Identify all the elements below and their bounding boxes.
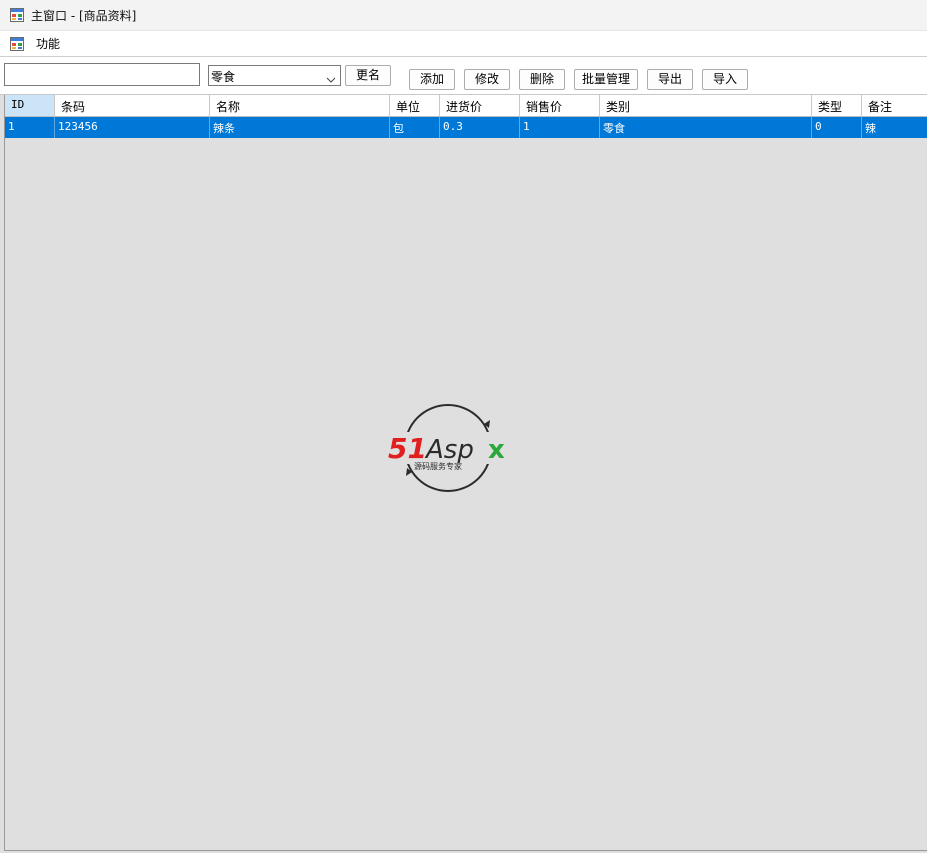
table-row[interactable]: 1 123456 辣条 包 0.3 1 零食 0 辣 — [5, 117, 927, 138]
title-bar: 主窗口 - [商品资料] — [0, 0, 927, 31]
add-button[interactable]: 添加 — [409, 69, 455, 90]
chevron-down-icon — [326, 72, 336, 86]
logo-tagline: 源码服务专家 — [414, 461, 462, 471]
import-button[interactable]: 导入 — [702, 69, 748, 90]
logo-brand-number: 51 — [388, 432, 427, 465]
logo-brand-x: x — [488, 435, 505, 465]
app-form-icon — [10, 8, 24, 25]
cell-type[interactable]: 0 — [812, 117, 862, 138]
window-title: 主窗口 - [商品资料] — [31, 9, 137, 23]
column-header-name[interactable]: 名称 — [210, 95, 390, 116]
column-header-sale-price[interactable]: 销售价 — [520, 95, 600, 116]
cell-category[interactable]: 零食 — [600, 117, 812, 138]
category-select[interactable]: 零食 — [208, 65, 341, 86]
cell-unit[interactable]: 包 — [390, 117, 440, 138]
cell-cost-price[interactable]: 0.3 — [440, 117, 520, 138]
cell-remark[interactable]: 辣 — [862, 117, 927, 138]
edit-button[interactable]: 修改 — [464, 69, 510, 90]
menu-item-function[interactable]: 功能 — [36, 35, 60, 52]
cell-barcode[interactable]: 123456 — [55, 117, 210, 138]
category-select-value: 零食 — [211, 70, 236, 84]
search-input[interactable] — [4, 63, 200, 86]
cell-id[interactable]: 1 — [5, 117, 55, 138]
column-header-category[interactable]: 类别 — [600, 95, 812, 116]
batch-manage-button[interactable]: 批量管理 — [574, 69, 638, 90]
column-header-remark[interactable]: 备注 — [862, 95, 927, 116]
toolbar: 零食 更名 添加 修改 删除 批量管理 导出 导入 — [0, 57, 927, 95]
logo-brand-word: Asp — [424, 435, 474, 465]
cell-name[interactable]: 辣条 — [210, 117, 390, 138]
rename-button[interactable]: 更名 — [345, 65, 391, 86]
column-header-barcode[interactable]: 条码 — [55, 95, 210, 116]
watermark-logo: 51 Asp x 源码服务专家 — [388, 402, 512, 497]
menu-bar: 功能 — [0, 31, 927, 57]
column-header-type[interactable]: 类型 — [812, 95, 862, 116]
column-header-cost-price[interactable]: 进货价 — [440, 95, 520, 116]
column-header-id[interactable]: ID — [5, 95, 55, 116]
grid-header-row: ID 条码 名称 单位 进货价 销售价 类别 类型 备注 — [5, 95, 927, 117]
delete-button[interactable]: 删除 — [519, 69, 565, 90]
mdi-form-icon[interactable] — [10, 37, 24, 54]
column-header-unit[interactable]: 单位 — [390, 95, 440, 116]
cell-sale-price[interactable]: 1 — [520, 117, 600, 138]
export-button[interactable]: 导出 — [647, 69, 693, 90]
